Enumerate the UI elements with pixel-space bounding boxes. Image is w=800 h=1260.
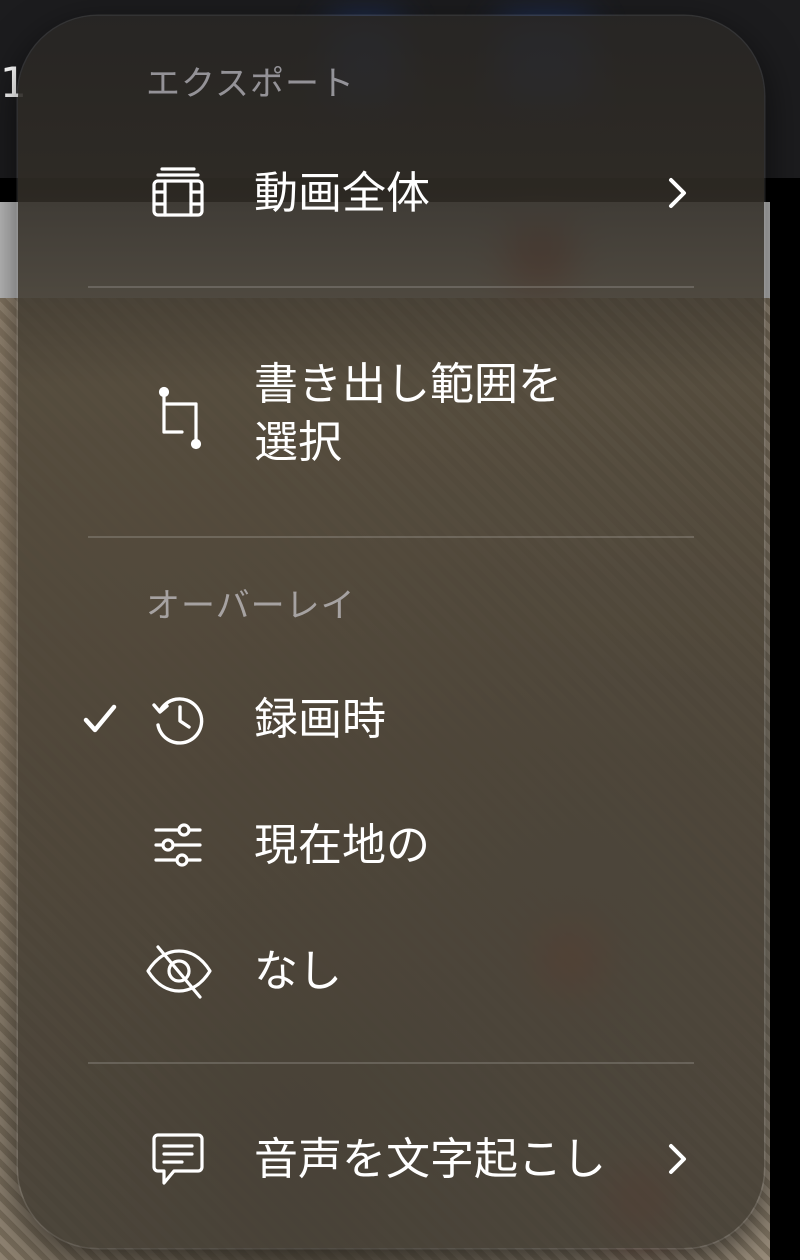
chevron-right-icon	[662, 1139, 692, 1179]
menu-item-label: 書き出し範囲を 選択	[254, 359, 562, 468]
chat-bubble-icon	[148, 1129, 208, 1189]
divider	[88, 536, 694, 538]
menu-item-label: 動画全体	[254, 168, 430, 219]
section-header-overlay: オーバーレイ	[146, 586, 356, 626]
menu-item-transcribe-audio[interactable]: 音声を文字起こし	[18, 1124, 764, 1194]
crop-icon	[148, 384, 208, 450]
menu-item-label: 音声を文字起こし	[254, 1134, 606, 1185]
menu-item-label: 録画時	[254, 694, 386, 745]
menu-item-label: なし	[254, 946, 342, 997]
menu-item-select-range[interactable]: 書き出し範囲を 選択	[18, 356, 764, 486]
section-header-export: エクスポート	[146, 64, 355, 104]
menu-item-current-location[interactable]: 現在地の	[18, 810, 764, 880]
context-menu: エクスポート 動画全体 書き出し範囲を 選択 オーバーレイ 録画時 現在地の な…	[18, 16, 764, 1248]
checkmark-icon	[80, 699, 120, 739]
film-icon	[148, 162, 208, 222]
history-icon	[148, 689, 208, 749]
menu-item-recording-time[interactable]: 録画時	[18, 684, 764, 754]
menu-item-label: 現在地の	[254, 820, 430, 871]
menu-item-whole-video[interactable]: 動画全体	[18, 158, 764, 228]
divider	[88, 286, 694, 288]
chevron-right-icon	[662, 173, 692, 213]
eye-slash-icon	[144, 941, 214, 1001]
screen: 1 1 エクスポート	[0, 0, 800, 1260]
divider	[88, 1062, 694, 1064]
menu-item-none[interactable]: なし	[18, 936, 764, 1006]
sliders-icon	[148, 815, 208, 875]
